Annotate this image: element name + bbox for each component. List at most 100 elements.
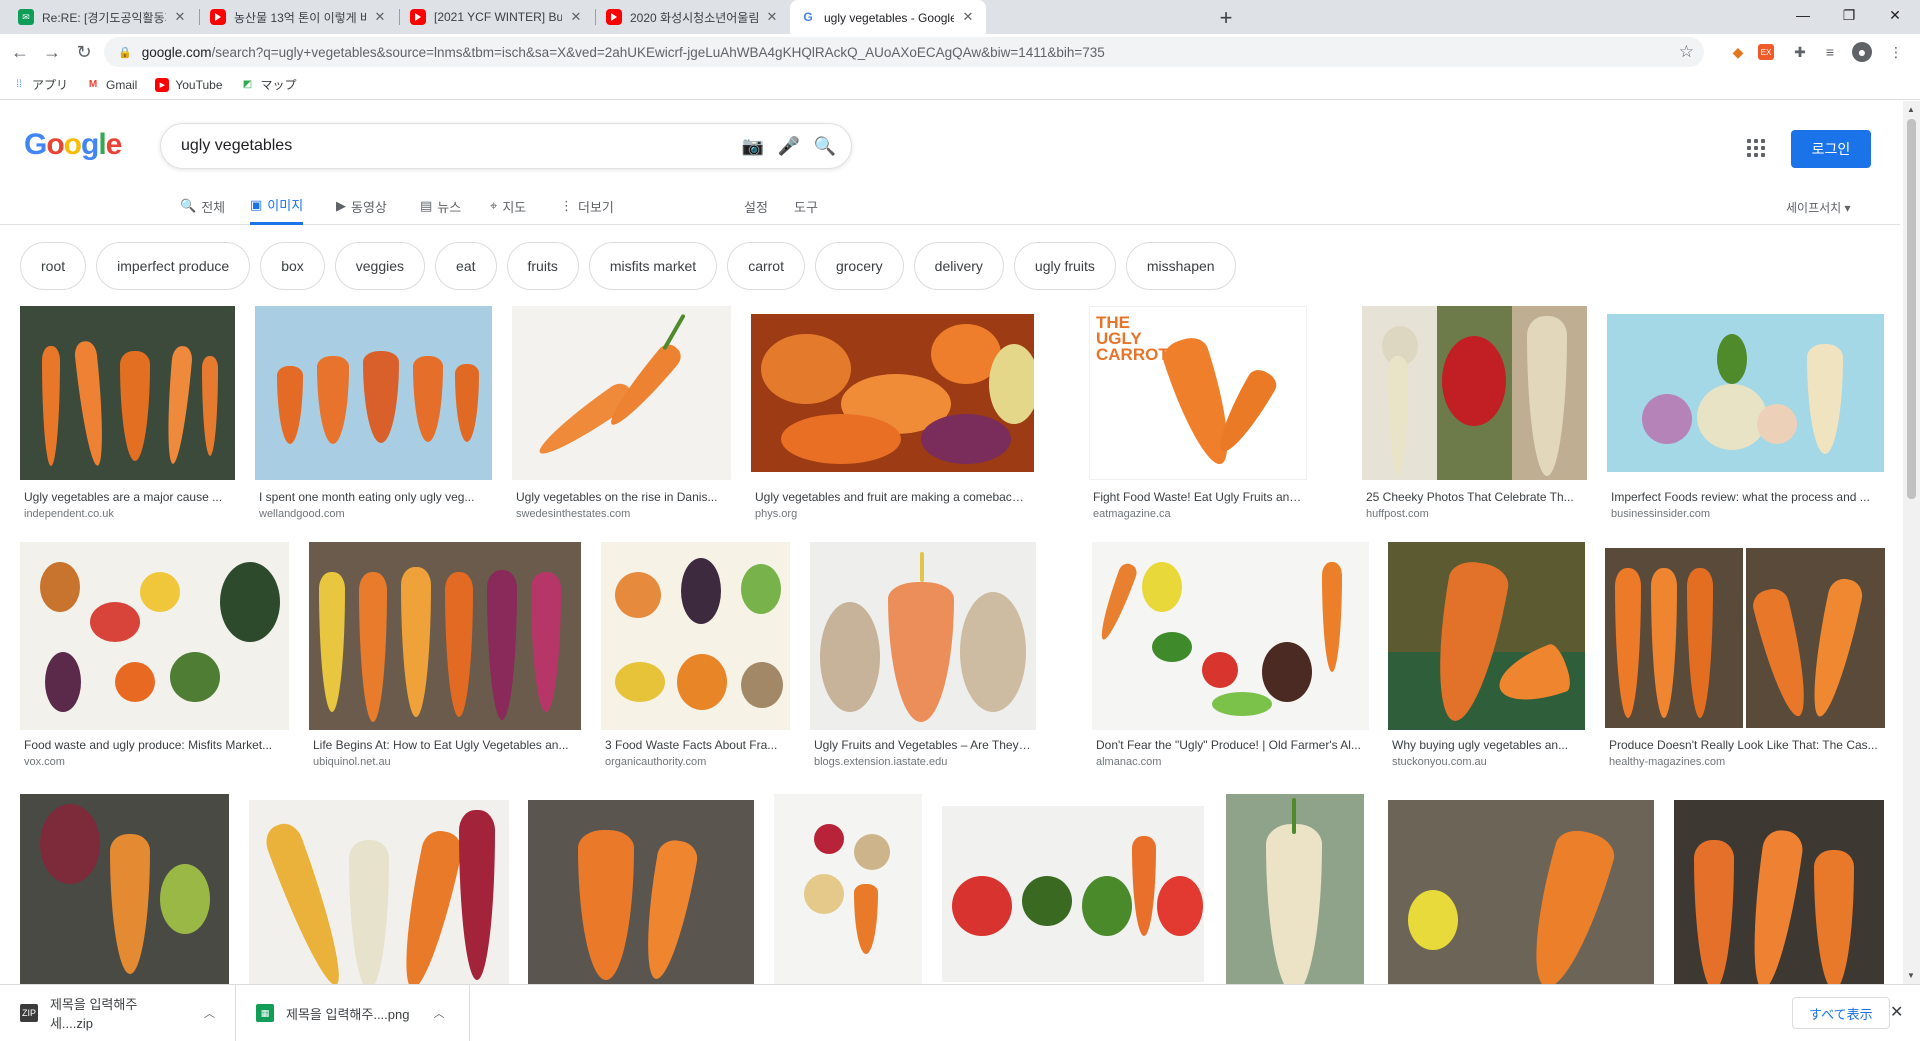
tab-all[interactable]: 🔍 전체 [180,187,225,225]
chip[interactable]: delivery [913,242,1004,290]
browser-tab-active[interactable]: G ugly vegetables - Google 검색 ✕ [790,0,986,34]
image-result[interactable] [528,800,754,984]
page-scrollbar[interactable]: ▲ ▼ [1903,101,1920,984]
result-thumbnail[interactable] [1362,306,1587,480]
result-source[interactable]: eatmagazine.ca [1093,508,1171,520]
result-thumbnail[interactable] [751,314,1034,472]
result-source[interactable]: wellandgood.com [259,508,345,520]
search-box[interactable]: ugly vegetables 📷 🎤 🔍 [160,123,852,169]
image-result[interactable]: Ugly vegetables are a major cause ... in… [20,306,235,526]
safesearch-dropdown[interactable]: 세이프서치 ▾ [1786,199,1851,216]
menu-kebab-icon[interactable]: ⋮ [1886,42,1906,62]
image-result[interactable] [249,800,509,984]
result-thumbnail[interactable] [1388,800,1654,984]
result-source[interactable]: vox.com [24,756,65,768]
close-window-button[interactable]: ✕ [1872,0,1918,30]
tab-images[interactable]: ▣ 이미지 [250,187,304,225]
result-caption[interactable]: Don't Fear the "Ugly" Produce! | Old Far… [1096,738,1364,752]
result-caption[interactable]: Ugly Fruits and Vegetables – Are They Sa… [814,738,1031,752]
result-source[interactable]: ubiquinol.net.au [313,756,391,768]
search-icon[interactable]: 🔍 [807,128,843,164]
tab-maps[interactable]: ⌖ 지도 [490,187,526,225]
image-result[interactable]: Imperfect Foods review: what the process… [1607,306,1884,526]
scrollbar-thumb[interactable] [1907,119,1916,499]
camera-icon[interactable]: 📷 [735,128,771,164]
close-tab-icon[interactable]: ✕ [764,9,780,25]
result-thumbnail[interactable] [249,800,509,984]
chip[interactable]: carrot [727,242,805,290]
bookmark-youtube[interactable]: ▶ YouTube [155,77,223,92]
result-caption[interactable]: 25 Cheeky Photos That Celebrate Th... [1366,490,1582,504]
image-result[interactable]: Ugly vegetables on the rise in Danis... … [512,306,731,526]
address-bar[interactable]: 🔒 google.com /search?q=ugly+vegetables&s… [104,37,1704,67]
tab-news[interactable]: ▤ 뉴스 [420,187,461,225]
reload-button[interactable]: ↻ [70,38,98,66]
bookmark-star-icon[interactable]: ☆ [1679,42,1694,62]
sign-in-button[interactable]: 로그인 [1791,130,1871,168]
result-thumbnail[interactable] [512,306,731,480]
result-caption[interactable]: Food waste and ugly produce: Misfits Mar… [24,738,284,752]
result-source[interactable]: almanac.com [1096,756,1161,768]
tab-more[interactable]: ⋮ 더보기 [560,187,614,225]
browser-tab-1[interactable]: ✉ Re:RE: [경기도공익활동지원센터 ✕ [8,0,198,34]
result-thumbnail[interactable] [20,542,289,730]
chip[interactable]: misfits market [588,242,718,290]
result-caption[interactable]: Why buying ugly vegetables an... [1392,738,1580,752]
result-source[interactable]: phys.org [755,508,797,520]
result-source[interactable]: blogs.extension.iastate.edu [814,756,947,768]
close-tab-icon[interactable]: ✕ [372,9,388,25]
result-thumbnail[interactable] [20,794,229,984]
close-tab-icon[interactable]: ✕ [568,9,584,25]
image-result[interactable]: Don't Fear the "Ugly" Produce! | Old Far… [1092,542,1369,768]
image-result[interactable] [1388,800,1654,984]
result-thumbnail[interactable] [1607,314,1884,472]
image-result[interactable]: Ugly vegetables and fruit are making a c… [751,306,1034,526]
result-thumbnail[interactable] [309,542,581,730]
image-result[interactable]: Food waste and ugly produce: Misfits Mar… [20,542,289,768]
image-result[interactable]: Why buying ugly vegetables an... stuckon… [1388,542,1585,768]
result-thumbnail[interactable] [1388,542,1585,730]
tools-link[interactable]: 도구 [794,187,818,225]
chip[interactable]: imperfect produce [96,242,251,290]
image-result[interactable] [1226,794,1364,984]
chip[interactable]: ugly fruits [1013,242,1116,290]
result-caption[interactable]: Ugly vegetables on the rise in Danis... [516,490,726,504]
result-caption[interactable]: Fight Food Waste! Eat Ugly Fruits and Ve… [1093,490,1302,504]
search-input[interactable]: ugly vegetables [181,137,735,155]
puzzle-icon[interactable]: ✚ [1790,42,1810,62]
forward-button[interactable]: → [38,38,66,66]
bookmark-maps[interactable]: ◩ マップ [241,76,297,93]
download-item[interactable]: ▦ 제목을 입력해주....png ︿ [236,985,470,1041]
image-result[interactable] [774,794,922,984]
chip[interactable]: veggies [334,242,426,290]
settings-link[interactable]: 설정 [744,187,768,225]
result-source[interactable]: businessinsider.com [1611,508,1710,520]
close-tab-icon[interactable]: ✕ [960,9,976,25]
result-thumbnail[interactable] [774,794,922,984]
google-apps-icon[interactable] [1744,136,1768,160]
lock-icon[interactable]: 🔒 [118,46,132,59]
result-thumbnail[interactable] [1674,800,1884,984]
result-thumbnail[interactable] [255,306,492,480]
result-caption[interactable]: Ugly vegetables are a major cause ... [24,490,230,504]
chevron-up-icon[interactable]: ︿ [204,1005,215,1021]
browser-tab-2[interactable]: 농산물 13억 톤이 이렇게 버려진 ✕ [200,0,398,34]
back-button[interactable]: ← [6,38,34,66]
restore-button[interactable]: ❐ [1826,0,1872,30]
image-result[interactable]: Life Begins At: How to Eat Ugly Vegetabl… [309,542,581,768]
minimize-button[interactable]: — [1780,0,1826,30]
google-logo[interactable]: Google [24,128,122,162]
result-thumbnail[interactable] [1092,542,1369,730]
image-result[interactable]: Ugly Fruits and Vegetables – Are They Sa… [810,542,1036,768]
result-source[interactable]: swedesinthestates.com [516,508,630,520]
chip[interactable]: grocery [814,242,904,290]
chip[interactable]: fruits [506,242,579,290]
microphone-icon[interactable]: 🎤 [771,128,807,164]
result-caption[interactable]: Life Begins At: How to Eat Ugly Vegetabl… [313,738,576,752]
result-source[interactable]: stuckonyou.com.au [1392,756,1487,768]
result-thumbnail[interactable] [601,542,790,730]
result-source[interactable]: organicauthority.com [605,756,706,768]
tab-videos[interactable]: ▶ 동영상 [336,187,387,225]
result-source[interactable]: huffpost.com [1366,508,1429,520]
result-thumbnail[interactable] [1226,794,1364,984]
